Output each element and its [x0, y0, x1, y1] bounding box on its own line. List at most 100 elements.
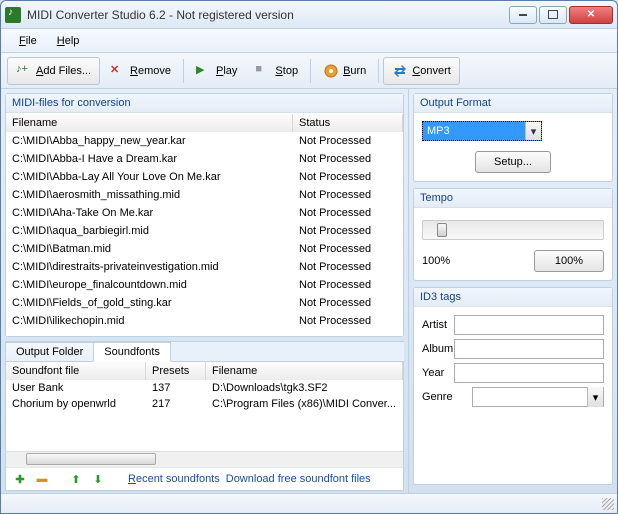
status-cell: Not Processed [293, 296, 403, 310]
output-format-combo[interactable]: MP3 ▾ [422, 121, 542, 141]
convert-icon [392, 63, 408, 79]
soundfont-hscroll[interactable] [6, 451, 403, 467]
table-row[interactable]: C:\MIDI\Aha-Take On Me.karNot Processed [6, 204, 403, 222]
resize-grip[interactable] [602, 498, 614, 510]
midi-file-list[interactable]: C:\MIDI\Abba_happy_new_year.karNot Proce… [6, 132, 403, 336]
filename-cell: C:\MIDI\Batman.mid [6, 242, 293, 256]
recent-soundfonts-link[interactable]: Recent soundfonts [128, 473, 220, 485]
download-soundfonts-link[interactable]: Download free soundfont files [226, 473, 371, 485]
app-window: MIDI Converter Studio 6.2 - Not register… [0, 0, 618, 514]
menubar: File Help [1, 29, 617, 53]
artist-label: Artist [422, 319, 454, 331]
add-files-button[interactable]: ♪+ Add Files... [7, 57, 100, 85]
filename-cell: C:\MIDI\Abba_happy_new_year.kar [6, 134, 293, 148]
tab-soundfonts[interactable]: Soundfonts [93, 342, 171, 362]
table-row[interactable]: User Bank137D:\Downloads\tgk3.SF2 [6, 380, 403, 396]
chevron-down-icon: ▾ [587, 387, 603, 407]
status-cell: Not Processed [293, 134, 403, 148]
output-format-title: Output Format [414, 94, 612, 113]
filename-cell: C:\MIDI\aerosmith_missathing.mid [6, 188, 293, 202]
filename-cell: C:\MIDI\aqua_barbiegirl.mid [6, 224, 293, 238]
sf-filename-cell: C:\Program Files (x86)\MIDI Conver... [206, 396, 403, 412]
play-button[interactable]: ▶ Play [188, 57, 245, 85]
filename-cell: C:\MIDI\direstraits-privateinvestigation… [6, 260, 293, 274]
close-button[interactable] [569, 6, 613, 24]
menu-file[interactable]: File [11, 32, 45, 50]
genre-combo[interactable]: ▾ [472, 387, 604, 407]
table-row[interactable]: C:\MIDI\aerosmith_missathing.midNot Proc… [6, 186, 403, 204]
col-filename[interactable]: Filename [6, 114, 293, 132]
stop-icon: ■ [255, 63, 271, 79]
statusbar [1, 493, 617, 513]
table-row[interactable]: C:\MIDI\Fields_of_gold_sting.karNot Proc… [6, 294, 403, 312]
sf-remove-button[interactable]: ▬ [34, 472, 50, 486]
soundfont-list[interactable]: User Bank137D:\Downloads\tgk3.SF2Chorium… [6, 380, 403, 451]
sf-up-button[interactable]: ⬆ [68, 472, 84, 486]
sf-name-cell: User Bank [6, 380, 146, 396]
id3-title: ID3 tags [414, 288, 612, 307]
app-icon [5, 7, 21, 23]
table-row[interactable]: C:\MIDI\Abba-I Have a Dream.karNot Proce… [6, 150, 403, 168]
album-input[interactable] [454, 339, 604, 359]
status-cell: Not Processed [293, 260, 403, 274]
sf-presets-cell: 137 [146, 380, 206, 396]
table-row[interactable]: C:\MIDI\europe_finalcountdown.midNot Pro… [6, 276, 403, 294]
table-row[interactable]: C:\MIDI\Batman.midNot Processed [6, 240, 403, 258]
status-cell: Not Processed [293, 224, 403, 238]
table-row[interactable]: C:\MIDI\Abba-Lay All Your Love On Me.kar… [6, 168, 403, 186]
sf-down-button[interactable]: ⬇ [90, 472, 106, 486]
convert-button[interactable]: Convert [383, 57, 460, 85]
tempo-reset-button[interactable]: 100% [534, 250, 604, 272]
add-icon: ♪+ [16, 63, 32, 79]
stop-button[interactable]: ■ Stop [247, 57, 306, 85]
titlebar: MIDI Converter Studio 6.2 - Not register… [1, 1, 617, 29]
status-cell: Not Processed [293, 206, 403, 220]
tempo-title: Tempo [414, 189, 612, 208]
table-row[interactable]: C:\MIDI\direstraits-privateinvestigation… [6, 258, 403, 276]
status-cell: Not Processed [293, 242, 403, 256]
burn-button[interactable]: Burn [315, 57, 374, 85]
setup-button[interactable]: Setup... [475, 151, 551, 173]
sf-name-cell: Chorium by openwrld [6, 396, 146, 412]
status-cell: Not Processed [293, 170, 403, 184]
sf-col-soundfont[interactable]: Soundfont file [6, 362, 146, 380]
tempo-slider[interactable] [422, 220, 604, 240]
sf-add-button[interactable]: ✚ [12, 472, 28, 486]
genre-label: Genre [422, 391, 472, 403]
toolbar: ♪+ Add Files... ✕ Remove ▶ Play ■ Stop B… [1, 53, 617, 89]
status-cell: Not Processed [293, 278, 403, 292]
window-title: MIDI Converter Studio 6.2 - Not register… [27, 8, 509, 22]
filename-cell: C:\MIDI\ilikechopin.mid [6, 314, 293, 328]
filename-cell: C:\MIDI\Abba-I Have a Dream.kar [6, 152, 293, 166]
maximize-button[interactable] [539, 6, 567, 24]
filename-cell: C:\MIDI\Aha-Take On Me.kar [6, 206, 293, 220]
table-row[interactable]: Chorium by openwrld217C:\Program Files (… [6, 396, 403, 412]
chevron-down-icon: ▾ [525, 122, 541, 140]
filename-cell: C:\MIDI\europe_finalcountdown.mid [6, 278, 293, 292]
remove-button[interactable]: ✕ Remove [102, 57, 179, 85]
tab-output-folder[interactable]: Output Folder [5, 342, 94, 362]
year-label: Year [422, 367, 454, 379]
sf-col-filename[interactable]: Filename [206, 362, 403, 380]
status-cell: Not Processed [293, 314, 403, 328]
sf-col-presets[interactable]: Presets [146, 362, 206, 380]
midi-list-title: MIDI-files for conversion [6, 94, 403, 113]
sf-presets-cell: 217 [146, 396, 206, 412]
minimize-button[interactable] [509, 6, 537, 24]
remove-icon: ✕ [110, 63, 126, 79]
filename-cell: C:\MIDI\Fields_of_gold_sting.kar [6, 296, 293, 310]
col-status[interactable]: Status [293, 114, 403, 132]
year-input[interactable] [454, 363, 604, 383]
table-row[interactable]: C:\MIDI\aqua_barbiegirl.midNot Processed [6, 222, 403, 240]
album-label: Album [422, 343, 454, 355]
play-icon: ▶ [196, 63, 212, 79]
sf-filename-cell: D:\Downloads\tgk3.SF2 [206, 380, 403, 396]
table-row[interactable]: C:\MIDI\Abba_happy_new_year.karNot Proce… [6, 132, 403, 150]
slider-thumb[interactable] [437, 223, 447, 237]
menu-help[interactable]: Help [49, 32, 88, 50]
status-cell: Not Processed [293, 152, 403, 166]
artist-input[interactable] [454, 315, 604, 335]
status-cell: Not Processed [293, 188, 403, 202]
burn-icon [323, 63, 339, 79]
table-row[interactable]: C:\MIDI\ilikechopin.midNot Processed [6, 312, 403, 330]
